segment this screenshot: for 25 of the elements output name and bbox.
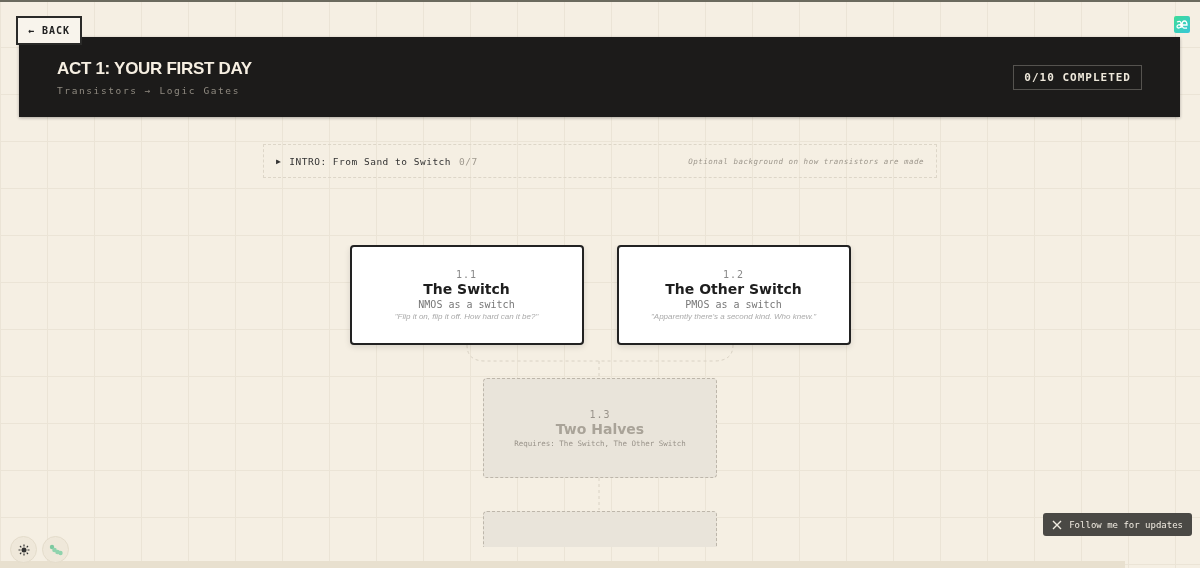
follow-button[interactable]: Follow me for updates (1043, 513, 1192, 536)
caterpillar-icon (48, 543, 63, 556)
back-button[interactable]: ← BACK (16, 16, 83, 45)
level-number: 1.1 (455, 269, 478, 280)
act-subtitle: Transistors → Logic Gates (57, 84, 241, 96)
level-title: The Switch (423, 281, 510, 297)
level-title: Two Halves (555, 420, 645, 437)
intro-link[interactable]: INTRO: From Sand to Switch (289, 155, 452, 167)
level-quote: "Flip it on, flip it off. How hard can it be?" (394, 312, 539, 321)
level-card[interactable]: 1.1 The Switch NMOS as a switch "Flip it on, flip it off. How hard can it be?" (349, 245, 584, 345)
theme-toggle[interactable] (10, 536, 37, 563)
act-title: ACT 1: YOUR FIRST DAY (57, 58, 252, 79)
level-number: 1.3 (589, 408, 611, 420)
level-subtitle: NMOS as a switch (418, 299, 515, 310)
level-number: 1.2 (722, 269, 745, 280)
level-subtitle: PMOS as a switch (685, 299, 782, 310)
expand-icon[interactable]: ▶ (276, 156, 282, 166)
sun-icon (17, 543, 30, 556)
progress-badge: 0/10 COMPLETED (1013, 64, 1142, 90)
logo-icon (1174, 16, 1190, 33)
x-logo-icon (1052, 519, 1063, 530)
level-title: The Other Switch (665, 281, 802, 297)
intro-count: 0/7 (459, 155, 478, 167)
level-card[interactable]: 1.2 The Other Switch PMOS as a switch "Apparently there's a second kind. Who knew." (616, 245, 851, 345)
level-quote: "Apparently there's a second kind. Who knew." (650, 312, 817, 321)
